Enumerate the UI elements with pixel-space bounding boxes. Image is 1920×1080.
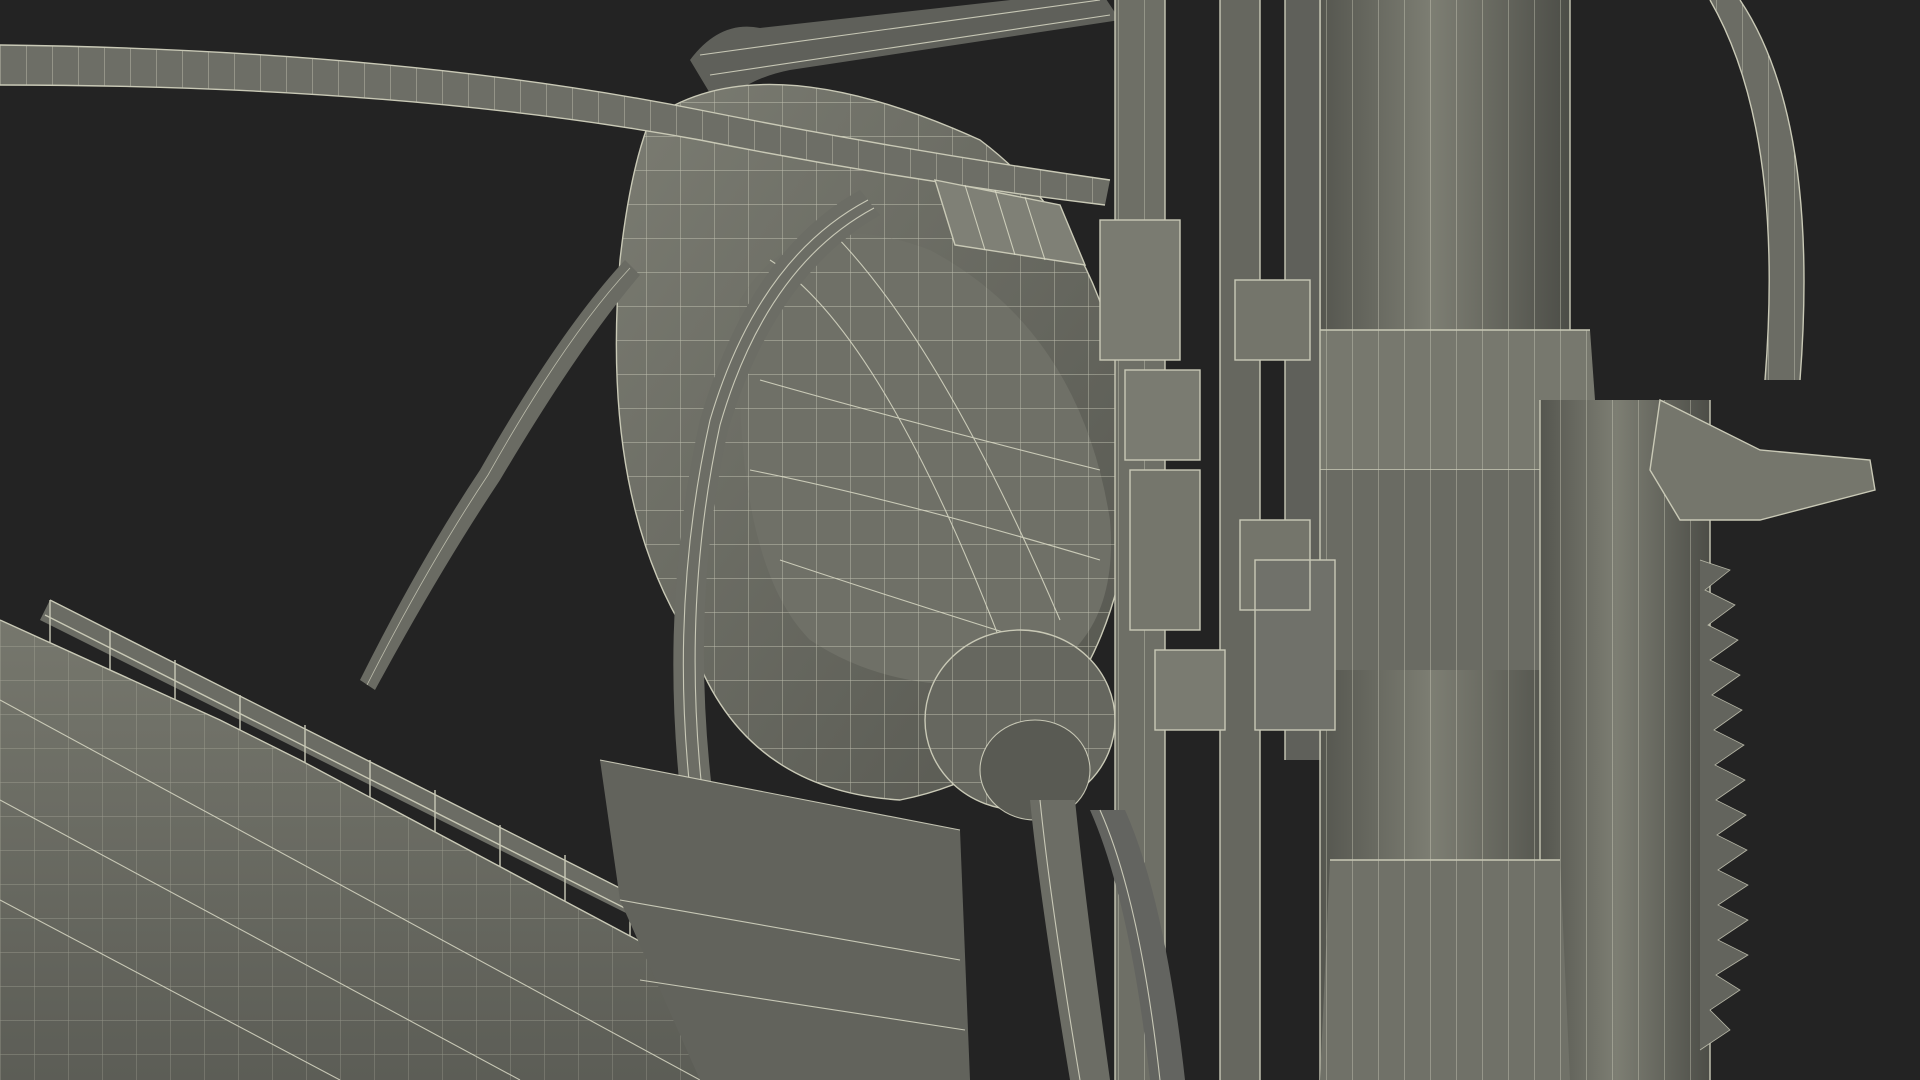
gear-teeth-edge [1699,559,1749,1051]
right-side-hose [1709,0,1805,381]
wireframe-scene [0,0,1876,1080]
render-viewport [0,0,1920,1080]
left-thin-hose [360,260,640,690]
lower-cylinder-sleeve [1320,859,1570,1080]
dome-outlet-nozzle [924,629,1116,821]
hose-clamp-bracket [1649,398,1876,521]
